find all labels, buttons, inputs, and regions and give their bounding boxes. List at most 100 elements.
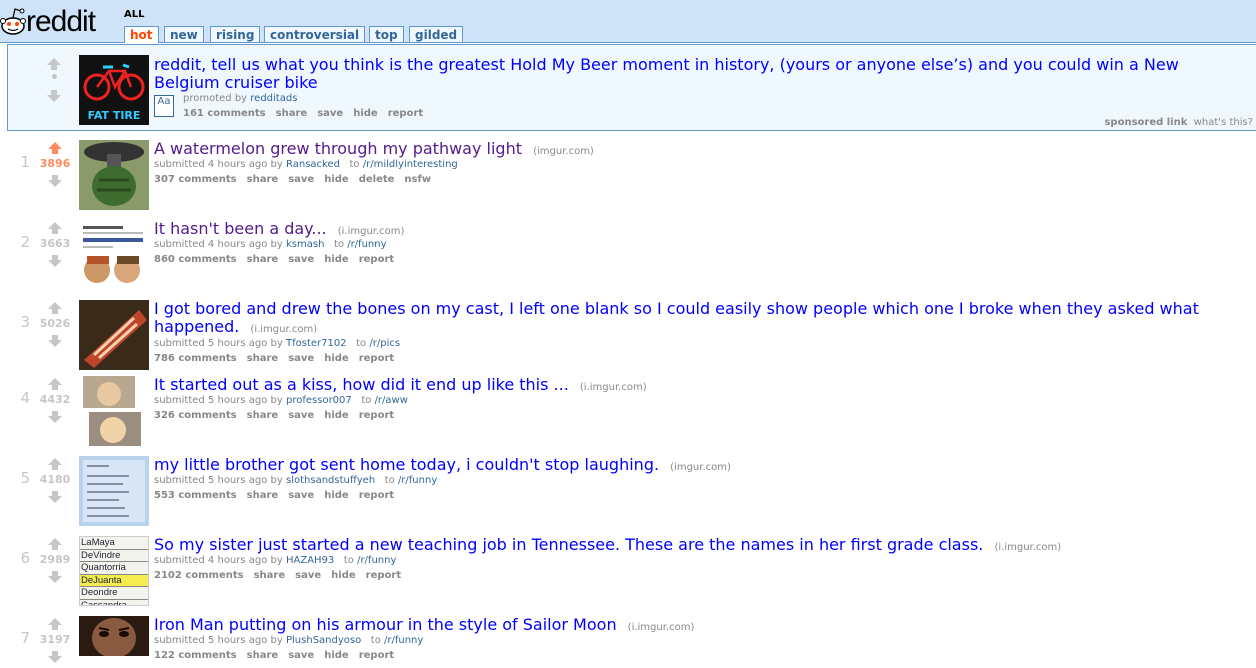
nsfw-button[interactable]: nsfw xyxy=(404,174,431,185)
post-title-text[interactable]: A watermelon grew through my pathway lig… xyxy=(154,139,522,158)
tab-rising[interactable]: rising xyxy=(210,26,261,42)
post-title[interactable]: A watermelon grew through my pathway lig… xyxy=(154,140,1249,161)
post-domain[interactable]: (imgur.com) xyxy=(533,146,594,157)
comments-link[interactable]: 2102 comments xyxy=(154,570,244,581)
post-thumbnail[interactable] xyxy=(79,140,149,210)
post-title-text[interactable]: my little brother got sent home today, i… xyxy=(154,455,659,474)
comments-link[interactable]: 786 comments xyxy=(154,353,237,364)
downvote-arrow-icon[interactable] xyxy=(47,334,63,348)
post-title[interactable]: reddit, tell us what you think is the gr… xyxy=(154,56,1184,92)
author-link[interactable]: redditads xyxy=(250,93,297,104)
post-title[interactable]: It hasn't been a day... (i.imgur.com) xyxy=(154,220,1249,241)
save-button[interactable]: save xyxy=(317,108,343,119)
post-thumbnail[interactable] xyxy=(79,376,149,446)
author-link[interactable]: slothsandstuffyeh xyxy=(286,475,375,486)
post-title[interactable]: my little brother got sent home today, i… xyxy=(154,456,1249,477)
author-link[interactable]: HAZAH93 xyxy=(286,555,334,566)
comments-link[interactable]: 161 comments xyxy=(183,108,266,119)
post-title-text[interactable]: It hasn't been a day... xyxy=(154,219,327,238)
post-thumbnail[interactable] xyxy=(79,300,149,370)
report-button[interactable]: report xyxy=(359,410,394,421)
save-button[interactable]: save xyxy=(295,570,321,581)
report-button[interactable]: report xyxy=(366,570,401,581)
author-link[interactable]: Ransacked xyxy=(286,159,340,170)
post-domain[interactable]: (i.imgur.com) xyxy=(628,622,695,633)
save-button[interactable]: save xyxy=(288,650,314,661)
hide-button[interactable]: hide xyxy=(324,490,349,501)
post-domain[interactable]: (i.imgur.com) xyxy=(580,382,647,393)
author-link[interactable]: professor007 xyxy=(286,395,352,406)
comments-link[interactable]: 860 comments xyxy=(154,254,237,265)
author-link[interactable]: PlushSandyoso xyxy=(286,635,361,646)
report-button[interactable]: report xyxy=(359,353,394,364)
subreddit-link[interactable]: /r/funny xyxy=(357,555,396,566)
tab-hot[interactable]: hot xyxy=(124,26,159,43)
upvote-arrow-icon[interactable] xyxy=(47,141,63,155)
reddit-alien-icon[interactable] xyxy=(0,4,26,40)
share-button[interactable]: share xyxy=(247,490,279,501)
save-button[interactable]: save xyxy=(288,174,314,185)
post-thumbnail[interactable] xyxy=(79,456,149,526)
upvote-arrow-icon[interactable] xyxy=(47,301,63,315)
subreddit-link[interactable]: /r/funny xyxy=(384,635,423,646)
hide-button[interactable]: hide xyxy=(331,570,356,581)
tab-controversial[interactable]: controversial xyxy=(264,26,366,42)
downvote-arrow-icon[interactable] xyxy=(47,650,63,664)
post-domain[interactable]: (i.imgur.com) xyxy=(338,226,405,237)
post-domain[interactable]: (i.imgur.com) xyxy=(250,324,317,335)
hide-button[interactable]: hide xyxy=(324,353,349,364)
post-thumbnail[interactable] xyxy=(79,616,149,656)
comments-link[interactable]: 122 comments xyxy=(154,650,237,661)
author-link[interactable]: ksmash xyxy=(286,239,324,250)
post-title[interactable]: It started out as a kiss, how did it end… xyxy=(154,376,1249,397)
tab-new[interactable]: new xyxy=(164,26,204,42)
save-button[interactable]: save xyxy=(288,353,314,364)
comments-link[interactable]: 553 comments xyxy=(154,490,237,501)
share-button[interactable]: share xyxy=(247,254,279,265)
upvote-arrow-icon[interactable] xyxy=(47,221,63,235)
text-post-icon[interactable]: Aa xyxy=(154,95,174,117)
subreddit-name[interactable]: ALL xyxy=(124,9,144,20)
share-button[interactable]: share xyxy=(247,174,279,185)
post-title[interactable]: I got bored and drew the bones on my cas… xyxy=(154,300,1249,339)
report-button[interactable]: report xyxy=(388,108,423,119)
post-thumbnail[interactable] xyxy=(79,220,149,290)
hide-button[interactable]: hide xyxy=(324,410,349,421)
reddit-logo[interactable]: reddit xyxy=(26,5,96,39)
hide-button[interactable]: hide xyxy=(324,174,349,185)
save-button[interactable]: save xyxy=(288,410,314,421)
post-title[interactable]: Iron Man putting on his armour in the st… xyxy=(154,616,1249,637)
save-button[interactable]: save xyxy=(288,490,314,501)
downvote-arrow-icon[interactable] xyxy=(47,490,63,504)
upvote-arrow-icon[interactable] xyxy=(47,377,63,391)
subreddit-link[interactable]: /r/pics xyxy=(369,338,400,349)
downvote-arrow-icon[interactable] xyxy=(46,89,62,103)
share-button[interactable]: share xyxy=(276,108,308,119)
post-thumbnail[interactable]: FAT TIRE xyxy=(79,55,149,125)
hide-button[interactable]: hide xyxy=(324,254,349,265)
post-domain[interactable]: (imgur.com) xyxy=(670,462,731,473)
post-title[interactable]: So my sister just started a new teaching… xyxy=(154,536,1249,557)
hide-button[interactable]: hide xyxy=(353,108,378,119)
subreddit-link[interactable]: /r/funny xyxy=(398,475,437,486)
report-button[interactable]: report xyxy=(359,490,394,501)
downvote-arrow-icon[interactable] xyxy=(47,570,63,584)
post-title-text[interactable]: It started out as a kiss, how did it end… xyxy=(154,375,569,394)
post-title-text[interactable]: Iron Man putting on his armour in the st… xyxy=(154,615,617,634)
upvote-arrow-icon[interactable] xyxy=(47,617,63,631)
tab-gilded[interactable]: gilded xyxy=(409,26,464,42)
post-domain[interactable]: (i.imgur.com) xyxy=(994,542,1061,553)
delete-button[interactable]: delete xyxy=(359,174,395,185)
post-thumbnail[interactable]: LaMaya DeVindre Quantorria DeJuanta Deondre C… xyxy=(79,536,149,606)
upvote-arrow-icon[interactable] xyxy=(47,537,63,551)
report-button[interactable]: report xyxy=(359,254,394,265)
tab-top[interactable]: top xyxy=(369,26,404,42)
author-link[interactable]: Tfoster7102 xyxy=(286,338,347,349)
upvote-arrow-icon[interactable] xyxy=(46,57,62,71)
hide-button[interactable]: hide xyxy=(324,650,349,661)
subreddit-link[interactable]: /r/funny xyxy=(347,239,386,250)
share-button[interactable]: share xyxy=(247,410,279,421)
share-button[interactable]: share xyxy=(247,650,279,661)
share-button[interactable]: share xyxy=(247,353,279,364)
share-button[interactable]: share xyxy=(254,570,286,581)
